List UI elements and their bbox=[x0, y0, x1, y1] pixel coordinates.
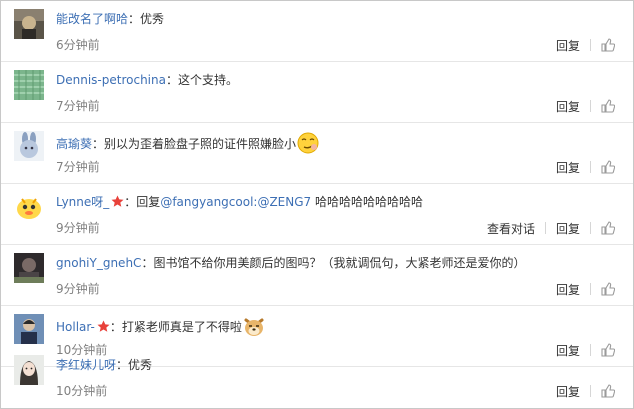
username-link[interactable]: 能改名了啊哈 bbox=[56, 12, 128, 26]
comment-text: 别以为歪着脸盘子照的证件照嫌脸小 bbox=[104, 137, 297, 151]
reply-button[interactable]: 回复 bbox=[556, 383, 580, 400]
star-badge-icon bbox=[97, 320, 110, 338]
thumbs-up-icon[interactable] bbox=[601, 384, 616, 398]
smirk-emoji-icon bbox=[297, 132, 319, 159]
avatar[interactable] bbox=[14, 314, 44, 344]
thumbs-up-icon[interactable] bbox=[601, 38, 616, 52]
view-dialog-button[interactable]: 查看对话 bbox=[487, 220, 535, 237]
username-link[interactable]: Dennis-petrochina bbox=[56, 73, 166, 87]
doge-emoji-icon bbox=[243, 315, 265, 342]
thumbs-up-icon[interactable] bbox=[601, 99, 616, 113]
comment-text: 优秀 bbox=[128, 358, 153, 372]
comment-time: 6分钟前 bbox=[56, 38, 100, 52]
reply-button[interactable]: 回复 bbox=[556, 98, 580, 115]
comment-item: 李红妹儿呀：优秀 10分钟前 回复 bbox=[1, 347, 633, 408]
comment-item: Dennis-petrochina：这个支持。 7分钟前 回复 bbox=[1, 62, 633, 123]
reply-button[interactable]: 回复 bbox=[556, 159, 580, 176]
username-link[interactable]: gnohiY_gnehC bbox=[56, 256, 141, 270]
comment-item: 能改名了啊哈：优秀 6分钟前 回复 bbox=[1, 1, 633, 62]
reply-button[interactable]: 回复 bbox=[556, 281, 580, 298]
reply-prefix: 回复 bbox=[136, 195, 161, 209]
avatar[interactable] bbox=[14, 131, 44, 161]
username-link[interactable]: Lynne呀_ bbox=[56, 195, 109, 209]
divider bbox=[590, 39, 591, 51]
comment-time: 10分钟前 bbox=[56, 384, 108, 398]
avatar[interactable] bbox=[14, 253, 44, 283]
colon: ： bbox=[92, 137, 105, 151]
avatar[interactable] bbox=[14, 9, 44, 39]
divider bbox=[544, 222, 546, 234]
reply-button[interactable]: 回复 bbox=[556, 37, 580, 54]
comment-text: 这个支持。 bbox=[177, 73, 238, 87]
comment-text: 图书馆不给你用美颜后的图吗？（我就调侃句，大紧老师还是爱你的） bbox=[153, 256, 526, 270]
comment-item: Lynne呀_ ：回复@fangyangcool:@ZENG7 哈哈哈哈哈哈哈哈哈… bbox=[1, 184, 633, 245]
comment-time: 7分钟前 bbox=[56, 160, 100, 174]
colon: ： bbox=[116, 358, 129, 372]
comment-item: gnohiY_gnehC：图书馆不给你用美颜后的图吗？（我就调侃句，大紧老师还是… bbox=[1, 245, 633, 306]
comment-time: 9分钟前 bbox=[56, 221, 100, 235]
colon: ： bbox=[165, 73, 178, 87]
mention-link[interactable]: @fangyangcool:@ZENG7 bbox=[160, 195, 311, 209]
thumbs-up-icon[interactable] bbox=[601, 160, 616, 174]
thumbs-up-icon[interactable] bbox=[601, 282, 616, 296]
divider bbox=[590, 283, 591, 295]
colon: ： bbox=[109, 320, 122, 334]
comment-text: 优秀 bbox=[140, 12, 165, 26]
username-link[interactable]: 高瑜葵 bbox=[56, 137, 92, 151]
comment-time: 7分钟前 bbox=[56, 99, 100, 113]
reply-button[interactable]: 回复 bbox=[556, 220, 580, 237]
avatar[interactable] bbox=[14, 192, 44, 222]
avatar[interactable] bbox=[14, 70, 44, 100]
colon: ： bbox=[128, 12, 141, 26]
divider bbox=[590, 385, 591, 397]
divider bbox=[590, 100, 591, 112]
comment-list: 能改名了啊哈：优秀 6分钟前 回复 Dennis-petrochina：这个支持… bbox=[0, 0, 634, 409]
comment-text: 哈哈哈哈哈哈哈哈哈 bbox=[311, 195, 423, 209]
username-link[interactable]: Hollar- bbox=[56, 320, 95, 334]
divider bbox=[590, 222, 591, 234]
star-badge-icon bbox=[111, 195, 124, 213]
avatar[interactable] bbox=[14, 355, 44, 385]
colon: ： bbox=[141, 256, 154, 270]
comment-text: 打紧老师真是了不得啦 bbox=[121, 320, 242, 334]
divider bbox=[590, 161, 591, 173]
username-link[interactable]: 李红妹儿呀 bbox=[56, 358, 116, 372]
colon: ： bbox=[124, 195, 137, 209]
comment-item: 高瑜葵：别以为歪着脸盘子照的证件照嫌脸小 7分钟前 回复 bbox=[1, 123, 633, 184]
comment-time: 9分钟前 bbox=[56, 282, 100, 296]
thumbs-up-icon[interactable] bbox=[601, 221, 616, 235]
